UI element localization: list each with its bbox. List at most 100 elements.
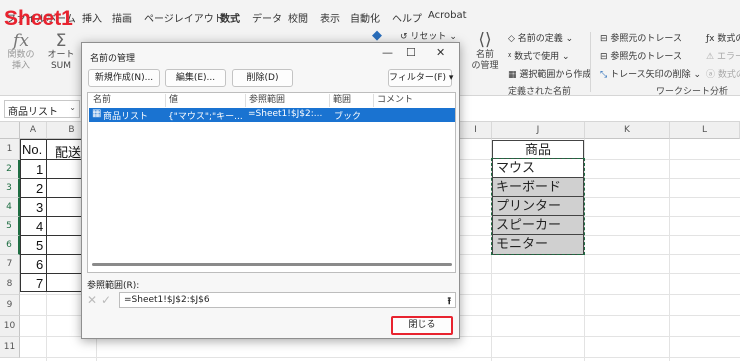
edit-name-button[interactable]: 編集(E)... (165, 69, 226, 87)
cell-a2[interactable]: 1 (36, 162, 43, 177)
cancel-edit-icon[interactable]: ✕ (87, 293, 97, 307)
trace-precedents-button[interactable]: ⊟ 参照元のトレース (600, 31, 682, 44)
insert-function-button[interactable]: fx 関数の 挿入 (6, 32, 36, 72)
names-list[interactable]: 名前 値 参照範囲 範囲 コメント ▦ 商品リスト {"マウス";"キー... … (87, 92, 456, 273)
cell-a8[interactable]: 7 (36, 276, 43, 291)
row-header-8[interactable]: 8 (0, 274, 20, 295)
refers-to-input[interactable]: =Sheet1!$J$2:$J$6 ⭱ (119, 292, 456, 308)
column-header-a[interactable]: A (20, 122, 47, 139)
name-manager-dialog: 名前の管理 — ☐ ✕ 新規作成(N)... 編集(E)... 削除(D) フィ… (81, 42, 460, 339)
menu-review[interactable]: 校閲 (288, 10, 308, 25)
name-box[interactable]: 商品リスト ⌄ (4, 100, 80, 118)
row-header-6[interactable]: 6 (0, 236, 20, 255)
menu-data[interactable]: データ (252, 10, 282, 25)
grid-icon: ▦ (508, 70, 517, 80)
gridline (669, 139, 670, 361)
column-header-k[interactable]: K (585, 122, 670, 139)
menu-bar: ファイル ホーム 挿入 描画 ページレイアウト 数式 データ 校閲 表示 自動化… (0, 0, 740, 28)
new-name-button[interactable]: 新規作成(N)... (88, 69, 160, 87)
row-header-4[interactable]: 4 (0, 198, 20, 217)
autosum-button[interactable]: Σ オート SUM (44, 32, 78, 72)
python-icon[interactable]: ◆ (372, 28, 382, 43)
cell-j1[interactable]: 商品 (492, 140, 584, 159)
define-name-button[interactable]: ◇ 名前の定義 ⌄ (508, 31, 573, 44)
maximize-icon[interactable]: ☐ (406, 46, 416, 59)
filter-button[interactable]: フィルター(F) ▾ (388, 69, 453, 87)
delete-name-button[interactable]: 削除(D) (232, 69, 293, 87)
menu-help[interactable]: ヘルプ (392, 10, 422, 25)
close-button[interactable]: 閉じる (391, 316, 453, 335)
error-check-button[interactable]: ⚠ エラー (706, 49, 740, 62)
close-icon[interactable]: ✕ (436, 46, 445, 59)
row-header-7[interactable]: 7 (0, 255, 20, 274)
cell-b1[interactable]: 配送 (55, 142, 81, 161)
sigma-icon: Σ (55, 31, 67, 51)
chevron-down-icon: ⌄ (449, 32, 457, 42)
menu-draw[interactable]: 描画 (112, 10, 132, 25)
list-item-value: {"マウス";"キー... (168, 112, 243, 122)
evaluate-icon: ⓐ (706, 70, 716, 80)
name-manager-button[interactable]: ⟨⟩ 名前 の管理 (470, 30, 500, 72)
horizontal-scrollbar[interactable] (92, 263, 452, 266)
formula-icon: ᵡ (508, 52, 512, 62)
cell-a6[interactable]: 5 (36, 238, 43, 253)
cell-a1[interactable]: No. (22, 142, 42, 157)
remove-arrows-icon: ⤡ (600, 70, 608, 80)
list-header-refers-to[interactable]: 参照範囲 (246, 94, 330, 107)
gridline (20, 357, 740, 358)
use-in-formula-button[interactable]: ᵡ 数式で使用 ⌄ (508, 49, 570, 62)
remove-arrows-button[interactable]: ⤡ トレース矢印の削除 ⌄ (600, 67, 701, 80)
sheet-label: Sheet1 (4, 7, 73, 30)
trace-precedents-icon: ⊟ (600, 34, 608, 44)
list-item-refers-to: =Sheet1!$J$2:... (248, 109, 323, 119)
cell-a5[interactable]: 4 (36, 219, 43, 234)
menu-automate[interactable]: 自動化 (350, 10, 380, 25)
row-header-5[interactable]: 5 (0, 217, 20, 236)
minimize-icon[interactable]: — (382, 46, 393, 59)
cell-a3[interactable]: 2 (36, 181, 43, 196)
evaluate-formula-button[interactable]: ⓐ 数式の (706, 67, 740, 80)
column-header-i[interactable]: I (460, 122, 492, 139)
reset-button[interactable]: ↺ リセット ⌄ (400, 29, 457, 42)
select-all-corner[interactable] (0, 122, 20, 139)
collapse-dialog-icon[interactable]: ⭱ (448, 294, 452, 311)
name-manager-icon: ⟨⟩ (478, 30, 492, 50)
ribbon-separator (590, 32, 591, 92)
row-header-1[interactable]: 1 (0, 139, 20, 160)
show-formulas-button[interactable]: ƒx 数式の (706, 31, 740, 44)
menu-view[interactable]: 表示 (320, 10, 340, 25)
warning-icon: ⚠ (706, 52, 715, 62)
refers-to-row: ✕ ✓ =Sheet1!$J$2:$J$6 ⭱ (87, 292, 456, 308)
table-name-icon: ▦ (92, 108, 102, 119)
row-header-11[interactable]: 11 (0, 337, 20, 358)
list-item[interactable]: ▦ 商品リスト {"マウス";"キー... =Sheet1!$J$2:... ブ… (89, 108, 455, 122)
tag-icon: ◇ (508, 34, 515, 44)
column-header-l[interactable]: L (670, 122, 740, 139)
menu-page-layout[interactable]: ページレイアウト (144, 10, 224, 25)
list-header-name[interactable]: 名前 (90, 94, 166, 107)
menu-insert[interactable]: 挿入 (82, 10, 102, 25)
dialog-title: 名前の管理 (90, 54, 136, 64)
refers-to-label: 参照範囲(R): (87, 281, 140, 291)
cell-a4[interactable]: 3 (36, 200, 43, 215)
show-formulas-icon: ƒx (706, 34, 715, 44)
create-from-selection-button[interactable]: ▦ 選択範囲から作成 (508, 67, 591, 80)
reset-icon: ↺ (400, 32, 408, 42)
menu-acrobat[interactable]: Acrobat (428, 10, 467, 21)
list-header-scope[interactable]: 範囲 (330, 94, 374, 107)
column-header-j[interactable]: J (492, 122, 585, 139)
row-header-10[interactable]: 10 (0, 316, 20, 337)
trace-dependents-icon: ⊟ (600, 52, 608, 62)
chevron-down-icon[interactable]: ⌄ (69, 103, 76, 112)
row-header-2[interactable]: 2 (0, 160, 20, 179)
list-item-name: 商品リスト (103, 112, 149, 122)
row-header-3[interactable]: 3 (0, 179, 20, 198)
trace-dependents-button[interactable]: ⊟ 参照先のトレース (600, 49, 682, 62)
list-item-scope: ブック (334, 112, 362, 122)
list-header-comment[interactable]: コメント (374, 94, 454, 107)
cell-a7[interactable]: 6 (36, 257, 43, 272)
confirm-edit-icon[interactable]: ✓ (101, 293, 111, 307)
row-header-9[interactable]: 9 (0, 295, 20, 316)
function-icon: fx (13, 31, 29, 51)
list-header-value[interactable]: 値 (166, 94, 246, 107)
